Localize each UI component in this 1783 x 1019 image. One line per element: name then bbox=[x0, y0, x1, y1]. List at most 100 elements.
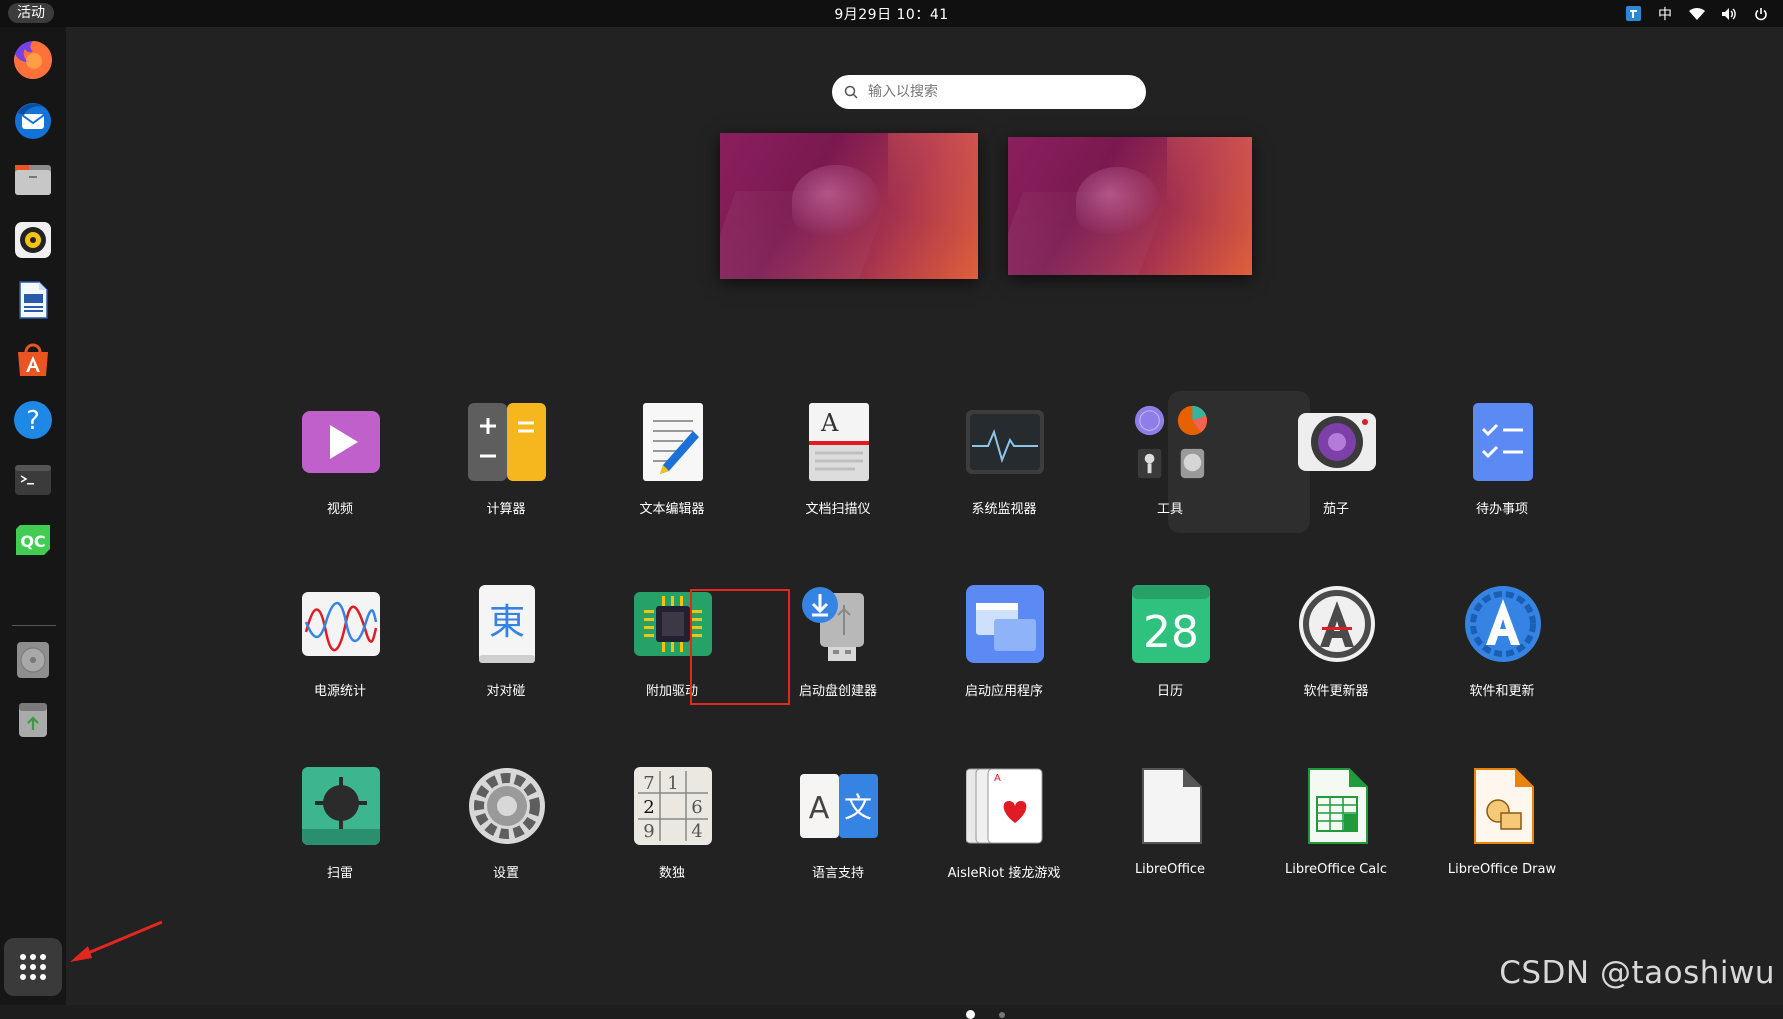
writer-icon[interactable] bbox=[10, 277, 56, 323]
input-method-indicator[interactable]: 中 bbox=[1657, 6, 1673, 23]
rhythmbox-icon[interactable] bbox=[10, 217, 56, 263]
clock[interactable]: 9月29日 10：41 bbox=[0, 4, 1783, 24]
app-label: 视频 bbox=[326, 502, 353, 517]
app-todo[interactable]: 待办事项 bbox=[1430, 383, 1574, 533]
app-software-updater[interactable]: 软件更新器 bbox=[1264, 565, 1408, 715]
calculator-icon bbox=[468, 403, 546, 481]
system-tray[interactable]: 中 bbox=[1625, 3, 1769, 24]
power-icon[interactable] bbox=[1753, 6, 1769, 22]
system-monitor-icon bbox=[966, 403, 1044, 481]
app-label: 文本编辑器 bbox=[639, 502, 705, 517]
dock-separator bbox=[12, 625, 56, 626]
app-mahjong[interactable]: 東 对对碰 bbox=[434, 565, 578, 715]
app-label: 软件和更新 bbox=[1469, 684, 1535, 699]
mahjong-icon: 東 bbox=[468, 585, 546, 663]
qtcreator-icon[interactable]: QC bbox=[10, 517, 56, 563]
app-label: 系统监视器 bbox=[971, 502, 1037, 517]
app-settings[interactable]: 设置 bbox=[434, 747, 578, 897]
app-label: 启动应用程序 bbox=[964, 684, 1043, 699]
video-icon bbox=[302, 403, 380, 481]
disc-icon[interactable] bbox=[10, 637, 56, 683]
language-support-icon: A文 bbox=[800, 767, 878, 845]
sudoku-digit: 6 bbox=[691, 797, 702, 818]
app-cheese[interactable]: 茄子 bbox=[1264, 383, 1408, 533]
app-libreoffice-draw[interactable]: LibreOffice Draw bbox=[1430, 747, 1574, 897]
app-calendar[interactable]: 28 日历 bbox=[1098, 565, 1242, 715]
sudoku-digit: 4 bbox=[691, 821, 702, 842]
sudoku-icon: 712 6 9 4 bbox=[634, 767, 712, 845]
app-center-icon[interactable] bbox=[10, 337, 56, 383]
lang-char-latin: A bbox=[809, 791, 830, 826]
app-label: 计算器 bbox=[486, 502, 526, 517]
app-libreoffice[interactable]: LibreOffice bbox=[1098, 747, 1242, 897]
page-dot-2[interactable] bbox=[999, 1011, 1005, 1018]
app-libreoffice-calc[interactable]: LibreOffice Calc bbox=[1264, 747, 1408, 897]
startup-applications-icon bbox=[966, 585, 1044, 663]
files-icon[interactable] bbox=[10, 157, 56, 203]
svg-text:A: A bbox=[994, 773, 1001, 784]
lang-char-cjk: 文 bbox=[844, 791, 872, 824]
trash-icon[interactable] bbox=[10, 697, 56, 743]
text-editor-icon bbox=[634, 403, 712, 481]
show-applications-button[interactable] bbox=[4, 938, 62, 996]
workspace-thumbnail-2[interactable] bbox=[1008, 137, 1252, 275]
sudoku-digit: 9 bbox=[643, 821, 654, 842]
app-language-support[interactable]: A文 语言支持 bbox=[766, 747, 910, 897]
terminal-icon[interactable] bbox=[10, 457, 56, 503]
app-document-scanner[interactable]: A 文档扫描仪 bbox=[766, 383, 910, 533]
app-label: 文档扫描仪 bbox=[805, 502, 871, 517]
libreoffice-draw-icon bbox=[1464, 767, 1542, 845]
sudoku-digit: 7 bbox=[643, 773, 654, 794]
sudoku-digit: 2 bbox=[643, 797, 654, 818]
app-text-editor[interactable]: 文本编辑器 bbox=[600, 383, 744, 533]
app-sudoku[interactable]: 712 6 9 4 数独 bbox=[600, 747, 744, 897]
app-label: 电源统计 bbox=[313, 684, 366, 699]
app-label: 日历 bbox=[1156, 684, 1183, 699]
libreoffice-calc-icon bbox=[1298, 767, 1376, 845]
page-indicator[interactable] bbox=[966, 1010, 1005, 1019]
firefox-icon[interactable] bbox=[10, 37, 56, 83]
app-mines[interactable]: 扫雷 bbox=[268, 747, 412, 897]
app-folder-utilities[interactable]: 工具 bbox=[1098, 383, 1242, 533]
document-scanner-icon: A bbox=[800, 403, 878, 481]
wifi-icon[interactable] bbox=[1689, 6, 1705, 22]
indicator-app-icon[interactable] bbox=[1625, 6, 1641, 22]
app-startup-applications[interactable]: 启动应用程序 bbox=[932, 565, 1076, 715]
top-bar: 活动 9月29日 10：41 中 bbox=[0, 0, 1783, 27]
app-software-properties[interactable]: 软件和更新 bbox=[1430, 565, 1574, 715]
app-power-statistics[interactable]: 电源统计 bbox=[268, 565, 412, 715]
volume-icon[interactable] bbox=[1721, 6, 1737, 22]
grid-icon bbox=[20, 954, 46, 980]
startup-disk-creator-icon bbox=[800, 585, 878, 663]
app-label: 语言支持 bbox=[811, 866, 864, 881]
settings-gear-icon bbox=[468, 767, 546, 845]
app-label: 软件更新器 bbox=[1303, 684, 1369, 699]
app-calculator[interactable]: 计算器 bbox=[434, 383, 578, 533]
app-video[interactable]: 视频 bbox=[268, 383, 412, 533]
software-properties-icon bbox=[1464, 585, 1542, 663]
app-label: 扫雷 bbox=[326, 866, 353, 881]
workspace-thumbnail-1[interactable] bbox=[720, 133, 978, 279]
app-label: 设置 bbox=[492, 866, 519, 881]
libreoffice-icon bbox=[1132, 767, 1210, 845]
cheese-camera-icon bbox=[1298, 403, 1376, 481]
mines-icon bbox=[302, 767, 380, 845]
dock: ? QC bbox=[0, 27, 66, 1005]
app-label: 工具 bbox=[1156, 502, 1183, 517]
calendar-day: 28 bbox=[1143, 607, 1199, 658]
search-icon bbox=[844, 85, 858, 99]
app-system-monitor[interactable]: 系统监视器 bbox=[932, 383, 1076, 533]
search-bar[interactable] bbox=[832, 75, 1146, 109]
help-icon[interactable]: ? bbox=[10, 397, 56, 443]
app-label: 茄子 bbox=[1322, 502, 1349, 517]
watermark: CSDN @taoshiwu bbox=[1499, 955, 1775, 991]
power-statistics-icon bbox=[302, 585, 380, 663]
annotation-arrow bbox=[70, 920, 163, 962]
app-aisleriot[interactable]: A AisleRiot 接龙游戏 bbox=[932, 747, 1076, 897]
thunderbird-icon[interactable] bbox=[10, 97, 56, 143]
app-label: LibreOffice Draw bbox=[1447, 862, 1557, 877]
app-label: 数独 bbox=[658, 866, 685, 881]
search-input[interactable] bbox=[866, 83, 1130, 101]
app-overview: 视频 计算器 文本编辑器 A 文档扫描仪 系统监视器 工具 茄子 bbox=[66, 27, 1783, 1019]
page-dot-1[interactable] bbox=[966, 1010, 975, 1019]
